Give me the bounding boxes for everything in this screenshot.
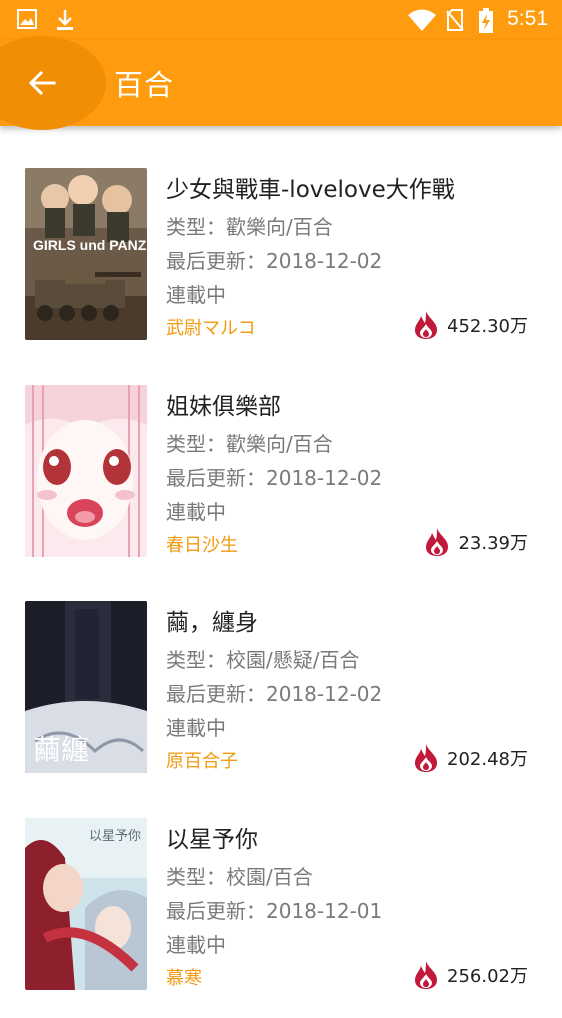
popularity: 202.48万 <box>413 743 528 773</box>
comic-list-item[interactable]: 繭纏 繭，纏身 类型：校園/懸疑/百合 最后更新：2018-12-02 連載中 … <box>0 601 562 801</box>
flame-icon <box>415 961 438 989</box>
popularity-count: 256.02万 <box>447 966 528 987</box>
comic-updated: 最后更新：2018-12-02 <box>166 249 383 273</box>
popularity: 23.39万 <box>424 527 528 557</box>
comic-status: 連載中 <box>166 716 226 740</box>
comic-cover: 以星予你 <box>25 818 147 990</box>
status-bar: 5:51 <box>0 0 562 40</box>
comic-updated: 最后更新：2018-12-02 <box>166 466 383 490</box>
comic-title: 少女與戰車-lovelove大作戰 <box>166 177 455 203</box>
popularity: 452.30万 <box>413 310 528 340</box>
status-time: 5:51 <box>507 7 548 30</box>
comic-genre: 类型：歡樂向/百合 <box>166 432 333 456</box>
flame-icon <box>415 744 438 772</box>
comic-genre: 类型：校園/懸疑/百合 <box>166 648 360 672</box>
comic-status: 連載中 <box>166 283 226 307</box>
flame-icon <box>426 528 449 556</box>
comic-status: 連載中 <box>166 933 226 957</box>
popularity-count: 202.48万 <box>447 749 528 770</box>
wifi-icon <box>408 9 436 35</box>
comic-cover: 繭纏 <box>25 601 147 773</box>
comic-author[interactable]: 慕寒 <box>166 964 202 990</box>
popularity-count: 23.39万 <box>458 533 528 554</box>
comic-list-item[interactable]: 姐妹俱樂部 类型：歡樂向/百合 最后更新：2018-12-02 連載中 春日沙生… <box>0 385 562 585</box>
comic-title: 繭，纏身 <box>166 610 258 636</box>
app-toolbar: 百合 <box>0 36 562 130</box>
back-button[interactable] <box>14 55 70 111</box>
comic-author[interactable]: 武尉マルコ <box>166 314 256 340</box>
comic-author[interactable]: 原百合子 <box>166 747 238 773</box>
comic-genre: 类型：歡樂向/百合 <box>166 215 333 239</box>
download-icon <box>54 8 76 36</box>
cover-title-text: 繭纏 <box>33 733 89 766</box>
page-title: 百合 <box>114 68 175 102</box>
comic-list-item[interactable]: 以星予你 以星予你 类型：校園/百合 最后更新：2018-12-01 連載中 慕… <box>0 818 562 1018</box>
popularity-count: 452.30万 <box>447 316 528 337</box>
comic-status: 連載中 <box>166 500 226 524</box>
comic-updated: 最后更新：2018-12-02 <box>166 682 383 706</box>
comic-cover <box>25 385 147 557</box>
image-icon <box>16 8 38 34</box>
comic-updated: 最后更新：2018-12-01 <box>166 899 383 923</box>
comic-cover: GIRLS und PANZER <box>25 168 147 340</box>
no-sim-icon <box>446 8 464 36</box>
battery-charging-icon <box>478 8 494 38</box>
comic-list-item[interactable]: GIRLS und PANZER 少女與戰車-lovelove大作戰 类型：歡樂… <box>0 168 562 368</box>
popularity: 256.02万 <box>413 960 528 990</box>
comic-author[interactable]: 春日沙生 <box>166 531 238 557</box>
comic-title: 姐妹俱樂部 <box>166 394 281 420</box>
cover-title-text: 以星予你 <box>89 829 141 844</box>
arrow-back-icon <box>28 70 56 96</box>
cover-logo-text: GIRLS und PANZER <box>33 237 147 253</box>
flame-icon <box>415 311 438 339</box>
comic-title: 以星予你 <box>166 827 258 853</box>
comic-genre: 类型：校園/百合 <box>166 865 313 889</box>
